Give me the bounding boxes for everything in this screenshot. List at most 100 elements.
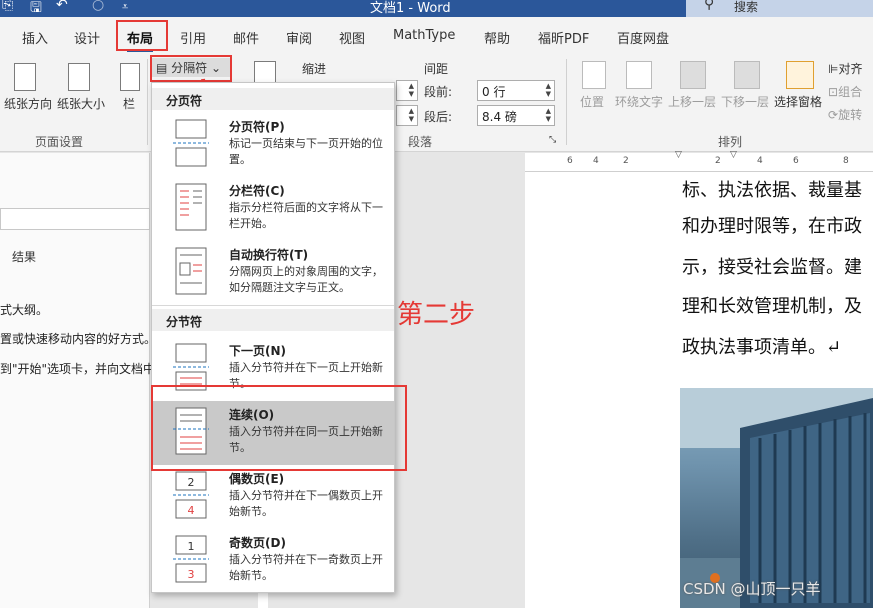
page-break-icon (173, 119, 209, 167)
position-button[interactable]: 位置 (580, 93, 604, 110)
search-box[interactable]: ⚲ 搜索 (686, 0, 873, 17)
group-divider (566, 59, 567, 145)
first-line-indent-marker[interactable]: ▽ (675, 150, 682, 160)
ruler-mark: 2 (623, 156, 629, 166)
spacing-before-field[interactable]: 0 行 ▲ ▼ (477, 80, 555, 101)
ruler-mark: 6 (793, 156, 799, 166)
align-button[interactable]: ⊫对齐 (828, 60, 862, 77)
menu-item-page-break[interactable]: 分页符(P) 标记一页结束与下一页开始的位置。 (152, 113, 394, 177)
send-backward-icon (734, 61, 760, 89)
ribbon: 纸张方向 纸张大小 栏 页面设置 ▤ 分隔符 ⌄ 缩进 间距 ▲ ▼ ▲ ▼ 段前:… (0, 55, 873, 152)
nav-help-text: 到"开始"选项卡，并向文档中 (0, 362, 156, 376)
selection-pane-button[interactable]: 选择窗格 (774, 93, 822, 110)
document-text-line: 示，接受社会监督。建 (682, 257, 862, 278)
svg-text:4: 4 (188, 504, 195, 517)
layout-tab-highlight (116, 20, 168, 51)
next-page-section-icon (173, 343, 209, 391)
menu-divider (152, 305, 394, 306)
indent-right-field[interactable]: ▲ ▼ (396, 105, 418, 126)
continuous-item-highlight (151, 385, 407, 471)
navigation-search-input[interactable] (0, 208, 150, 230)
document-text-line: 理和长效管理机制，及 (682, 296, 862, 317)
horizontal-ruler: 6 4 2 ▽ 2 ▽ 4 6 8 (525, 150, 873, 172)
tab-design[interactable]: 设计 (74, 28, 100, 47)
wrap-text-button[interactable]: 环绕文字 (615, 93, 663, 110)
step-two-annotation: 第二步 (397, 300, 476, 330)
menu-item-odd-page[interactable]: 1 3 奇数页(D) 插入分节符并在下一奇数页上开始新节。 (152, 529, 394, 593)
even-page-section-icon: 2 4 (173, 471, 209, 519)
tab-review[interactable]: 审阅 (286, 28, 312, 47)
touch-mode-icon[interactable]: ○ (92, 0, 104, 13)
paragraph-settings-icon[interactable]: ⤡ (549, 135, 556, 145)
tab-baidu-netdisk[interactable]: 百度网盘 (617, 28, 669, 47)
spacing-after-field[interactable]: 8.4 磅 ▲ ▼ (477, 105, 555, 126)
align-icon: ⊫ (828, 62, 839, 76)
nav-tab-results[interactable]: 结果 (12, 248, 36, 265)
tab-view[interactable]: 视图 (339, 28, 365, 47)
group-divider (147, 59, 148, 145)
watermark: CSDN @山顶一只羊 (683, 580, 821, 598)
menu-item-even-page[interactable]: 2 4 偶数页(E) 插入分节符并在下一偶数页上开始新节。 (152, 465, 394, 529)
tab-mailings[interactable]: 邮件 (233, 28, 259, 47)
columns-button[interactable]: 栏 (123, 95, 135, 112)
column-break-icon (175, 183, 207, 231)
spacing-label: 间距 (424, 62, 449, 76)
tab-mathtype[interactable]: MathType (393, 28, 455, 43)
odd-page-section-icon: 1 3 (173, 535, 209, 583)
document-text-line: 和办理时限等，在市政 (682, 216, 862, 237)
page-size-icon (68, 63, 90, 91)
document-title: 文档1 - Word (370, 1, 451, 16)
arrange-group-label: 排列 (718, 135, 743, 149)
tab-foxit-pdf[interactable]: 福昕PDF (538, 28, 589, 47)
spinner-arrows[interactable]: ▲ ▼ (546, 107, 551, 123)
spacing-before-label: 段前: (424, 85, 453, 99)
navigation-pane: 结果 式大纲。 置或快速移动内容的好方式。 到"开始"选项卡，并向文档中 (0, 153, 156, 608)
tab-help[interactable]: 帮助 (484, 28, 510, 47)
ruler-mark: 4 (757, 156, 763, 166)
spinner-arrows[interactable]: ▲ ▼ (409, 107, 414, 123)
indent-marker[interactable]: ▽ (730, 150, 737, 160)
rotate-button[interactable]: ⟳旋转 (828, 106, 862, 123)
customize-toolbar-icon[interactable]: ⩡ (122, 0, 128, 14)
text-wrapping-break-icon (175, 247, 207, 295)
page-size-button[interactable]: 纸张大小 (57, 95, 105, 112)
page-breaks-header: 分页符 (152, 88, 394, 110)
document-text-line: 政执法事项清单。↵ (682, 337, 842, 358)
group-icon: ⊡ (828, 85, 839, 99)
photo-content (680, 388, 873, 608)
tab-insert[interactable]: 插入 (22, 28, 48, 47)
spinner-arrows[interactable]: ▲ ▼ (409, 82, 414, 98)
ruler-mark: 4 (593, 156, 599, 166)
group-button[interactable]: ⊡组合 (828, 83, 862, 100)
wrap-text-icon (626, 61, 652, 89)
document-text-line: 标、执法依据、裁量基 (682, 180, 862, 201)
columns-icon (120, 63, 140, 91)
indent-left-field[interactable]: ▲ ▼ (396, 80, 418, 101)
nav-help-text: 置或快速移动内容的好方式。 (0, 332, 157, 346)
menu-item-text-wrapping-break[interactable]: 自动换行符(T) 分隔网页上的对象周围的文字，如分隔题注文字与正文。 (152, 241, 394, 305)
ruler-mark: 2 (715, 156, 721, 166)
undo-icon[interactable]: ↶ (56, 0, 68, 13)
send-backward-button[interactable]: 下移一层 (721, 93, 769, 110)
bring-forward-button[interactable]: 上移一层 (668, 93, 716, 110)
position-icon (582, 61, 606, 89)
save-icon[interactable]: ⎘ (2, 0, 13, 13)
document-page[interactable]: 标、执法依据、裁量基 和办理时限等，在市政 示，接受社会监督。建 理和长效管理机… (525, 172, 873, 608)
svg-text:1: 1 (188, 540, 195, 553)
ruler-mark: 8 (843, 156, 849, 166)
selection-pane-icon (786, 61, 814, 89)
svg-text:3: 3 (188, 568, 195, 581)
svg-text:2: 2 (188, 476, 195, 489)
document-photo[interactable] (680, 388, 873, 608)
spacing-after-label: 段后: (424, 110, 453, 124)
breaks-dropdown-menu: 分页符 分页符(P) 标记一页结束与下一页开始的位置。 分栏符(C) 指示分栏符… (151, 82, 395, 593)
title-bar: ⎘ 🖫 ↶ ○ ⩡ 文档1 - Word ⚲ 搜索 (0, 0, 873, 17)
menu-item-column-break[interactable]: 分栏符(C) 指示分栏符后面的文字将从下一栏开始。 (152, 177, 394, 241)
tab-references[interactable]: 引用 (180, 28, 206, 47)
spinner-arrows[interactable]: ▲ ▼ (546, 82, 551, 98)
indent-label: 缩进 (302, 62, 327, 76)
orientation-button[interactable]: 纸张方向 (4, 95, 52, 112)
page-setup-group-label: 页面设置 (35, 135, 84, 149)
rotate-icon: ⟳ (828, 108, 839, 122)
bring-forward-icon (680, 61, 706, 89)
